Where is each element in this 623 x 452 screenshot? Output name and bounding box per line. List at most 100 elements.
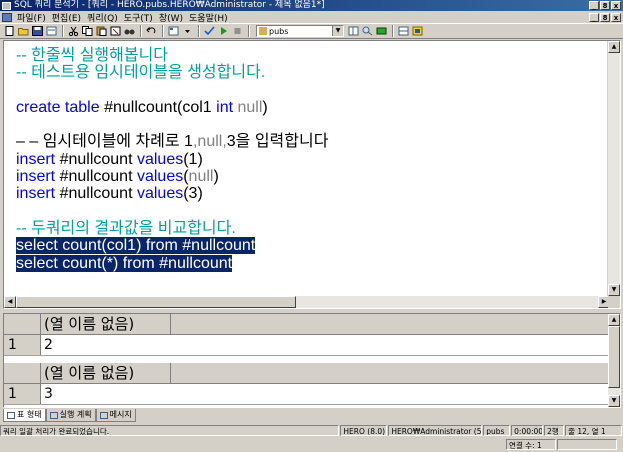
object-search-icon[interactable]	[361, 25, 374, 37]
code-line[interactable]: -- 테스트용 임시테이블을 생성합니다.	[16, 64, 328, 81]
code-line[interactable]: – – 임시테이블에 차례로 1,null,3을 입력합니다	[16, 133, 328, 150]
code-token: #nullcount	[59, 168, 137, 186]
code-token: insert	[16, 150, 60, 168]
undo-icon[interactable]	[145, 25, 158, 37]
find-icon[interactable]	[123, 25, 136, 37]
code-line[interactable]: insert #nullcount values(1)	[16, 151, 328, 168]
restore-button[interactable]: 8	[600, 1, 610, 10]
title-bar: SQL 쿼리 분석기 - [쿼리 - HERO.pubs.HERO₩Admini…	[0, 0, 623, 11]
toolbar-separator	[62, 25, 64, 37]
cancel-stop-icon[interactable]	[231, 25, 244, 37]
code-line[interactable]: -- 두쿼리의 결과값을 비교합니다.	[16, 220, 328, 237]
object-browser-icon[interactable]	[347, 25, 360, 37]
scroll-thumb[interactable]	[16, 296, 296, 308]
code-token: create table	[16, 98, 105, 116]
tab-messages[interactable]: 메시지	[95, 409, 136, 422]
database-select[interactable]: pubs ▼	[256, 25, 344, 37]
window-title: SQL 쿼리 분석기 - [쿼리 - HERO.pubs.HERO₩Admini…	[14, 0, 325, 10]
row-number[interactable]: 1	[4, 384, 41, 404]
results-grid-pane[interactable]: (열 이름 없음) 1 2 (열 이름 없음) 1 3 ▲ ▼	[3, 313, 621, 408]
scroll-corner	[608, 296, 620, 308]
code-line[interactable]: select count(col1) from #nullcount	[16, 237, 328, 255]
chevron-down-icon[interactable]: ▼	[332, 26, 343, 36]
cut-icon[interactable]	[67, 25, 80, 37]
dropdown-arrow-icon[interactable]	[181, 25, 194, 37]
menu-tools[interactable]: 도구(T)	[121, 11, 156, 24]
code-token: insert	[16, 185, 60, 203]
code-token: (3)	[183, 185, 203, 203]
toolbar-separator	[248, 25, 250, 37]
status-connections: 연결 수: 1	[506, 439, 556, 450]
code-line[interactable]: -- 한줄씩 실행해봅니다	[16, 47, 328, 64]
child-restore-button[interactable]: 8	[600, 12, 610, 22]
editor-vertical-scrollbar[interactable]: ▲ ▼	[607, 41, 620, 296]
close-button[interactable]: x	[611, 1, 621, 10]
menu-query[interactable]: 쿼리(Q)	[84, 11, 121, 24]
menu-window[interactable]: 창(W)	[156, 11, 186, 24]
execute-mode-icon[interactable]	[167, 25, 180, 37]
scroll-up-icon[interactable]: ▲	[608, 41, 620, 53]
paste-icon[interactable]	[95, 25, 108, 37]
code-token: int	[216, 98, 238, 116]
editor-horizontal-scrollbar[interactable]: ◀ ▶	[4, 296, 610, 308]
scroll-down-icon[interactable]: ▼	[608, 284, 620, 296]
result-cell[interactable]: 2	[41, 335, 610, 355]
code-line[interactable]	[16, 116, 328, 133]
current-connection-icon[interactable]	[375, 25, 388, 37]
code-token: ,null,	[192, 133, 227, 151]
toolbar: pubs ▼	[0, 23, 623, 39]
result-cell[interactable]: 3	[41, 384, 610, 404]
code-token: select count(*) from #nullcount	[16, 254, 233, 272]
menu-file[interactable]: 파일(F)	[14, 11, 49, 24]
new-query-icon[interactable]	[3, 25, 16, 37]
code-token: #nullcount	[59, 150, 137, 168]
status-bar-secondary: 연결 수: 1	[0, 439, 623, 451]
code-line[interactable]: insert #nullcount values(3)	[16, 185, 328, 202]
results-grid-icon[interactable]	[411, 25, 424, 37]
code-token: values	[136, 150, 184, 168]
query-text[interactable]: -- 한줄씩 실행해봅니다 -- 테스트용 임시테이블을 생성합니다. create…	[16, 47, 328, 272]
code-token: null	[188, 168, 214, 186]
grid-header: (열 이름 없음)	[4, 314, 610, 335]
scroll-thumb[interactable]	[608, 326, 620, 388]
table-row[interactable]: 1 3	[4, 384, 610, 405]
minimize-button[interactable]: _	[589, 1, 599, 10]
results-tabs: 표 형태 실행 계획 메시지	[0, 409, 623, 422]
row-number[interactable]: 1	[4, 335, 41, 355]
document-icon[interactable]	[2, 12, 12, 22]
message-icon	[99, 411, 108, 419]
code-token: -- 한줄씩 실행해봅니다	[16, 47, 169, 64]
code-line[interactable]	[16, 82, 328, 99]
code-line[interactable]	[16, 203, 328, 220]
code-token: values	[136, 168, 184, 186]
column-header[interactable]: (열 이름 없음)	[41, 314, 171, 334]
menu-help[interactable]: 도움말(H)	[186, 11, 231, 24]
parse-check-icon[interactable]	[203, 25, 216, 37]
show-results-pane-icon[interactable]	[397, 25, 410, 37]
open-file-icon[interactable]	[17, 25, 30, 37]
database-value: pubs	[269, 26, 289, 36]
tab-execution-plan[interactable]: 실행 계획	[45, 409, 96, 422]
column-header[interactable]: (열 이름 없음)	[41, 363, 171, 383]
child-minimize-button[interactable]: _	[589, 12, 599, 22]
execute-play-icon[interactable]	[217, 25, 230, 37]
child-close-button[interactable]: x	[611, 12, 621, 22]
copy-icon[interactable]	[81, 25, 94, 37]
table-row[interactable]: 1 2	[4, 335, 610, 356]
clear-window-icon[interactable]	[109, 25, 122, 37]
grid-header: (열 이름 없음)	[4, 363, 610, 384]
results-vertical-scrollbar[interactable]: ▲ ▼	[608, 314, 620, 407]
save-icon[interactable]	[31, 25, 44, 37]
scroll-left-icon[interactable]: ◀	[4, 296, 16, 308]
menu-bar: 파일(F) 편집(E) 쿼리(Q) 도구(T) 창(W) 도움말(H) _ 8 …	[0, 11, 623, 24]
scroll-down-icon[interactable]: ▼	[608, 395, 620, 407]
code-token: #nullcount(col1	[104, 98, 217, 116]
code-line[interactable]: select count(*) from #nullcount	[16, 254, 328, 272]
code-line[interactable]: create table #nullcount(col1 int null)	[16, 99, 328, 116]
insert-template-icon[interactable]	[45, 25, 58, 37]
scroll-up-icon[interactable]: ▲	[608, 314, 620, 326]
menu-edit[interactable]: 편집(E)	[49, 11, 84, 24]
code-line[interactable]: insert #nullcount values(null)	[16, 168, 328, 185]
tab-grid[interactable]: 표 형태	[3, 409, 46, 422]
query-editor[interactable]: -- 한줄씩 실행해봅니다 -- 테스트용 임시테이블을 생성합니다. create…	[3, 40, 621, 309]
